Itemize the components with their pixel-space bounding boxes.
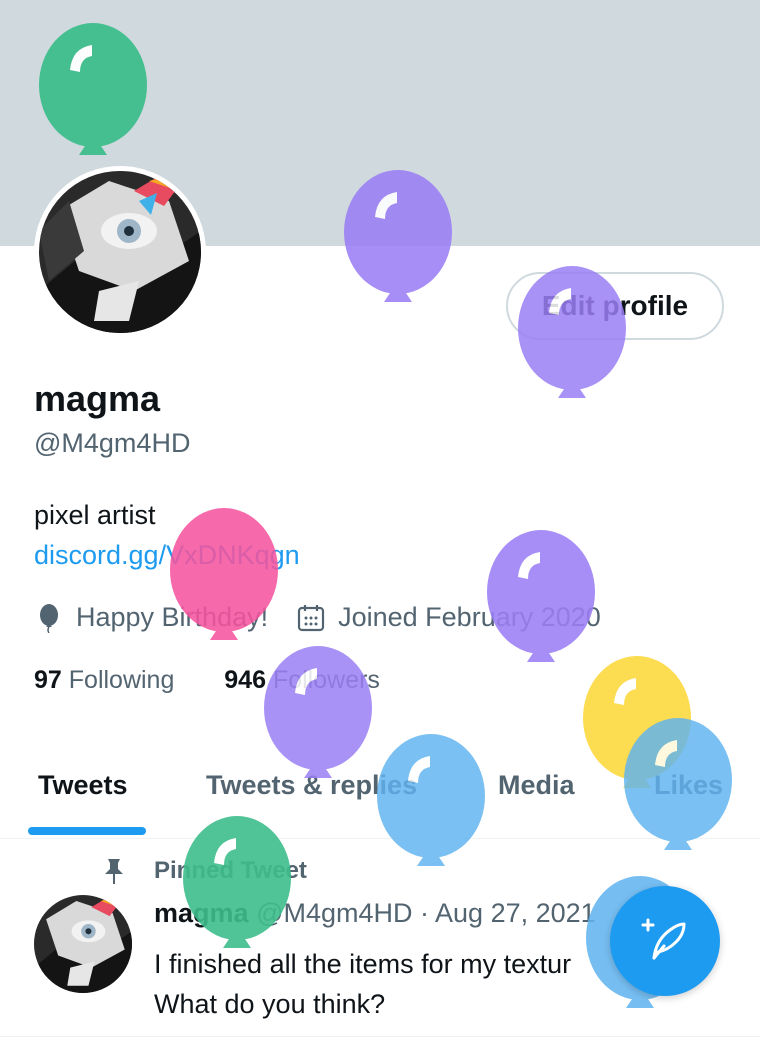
compose-tweet-button[interactable] bbox=[610, 886, 720, 996]
tweet-header: magma @M4gm4HD · Aug 27, 2021 bbox=[154, 898, 596, 929]
birthday-label: Happy Birthday! bbox=[76, 602, 269, 632]
pinned-text: Pinned Tweet bbox=[154, 857, 307, 884]
edit-profile-button[interactable]: Edit profile bbox=[506, 272, 724, 340]
calendar-icon bbox=[296, 603, 326, 633]
profile-link[interactable]: discord.gg/VxDNKqgn bbox=[34, 540, 300, 571]
tweet-separator: · bbox=[420, 898, 430, 928]
compose-tweet-icon bbox=[640, 914, 690, 969]
tweet-text-line: What do you think? bbox=[154, 989, 386, 1019]
profile-name: magma bbox=[34, 378, 161, 419]
avatar-image bbox=[39, 171, 201, 333]
profile-tabs: Tweets Tweets & replies Media Likes bbox=[0, 748, 760, 839]
profile-bio: pixel artist bbox=[34, 500, 156, 530]
tweet-date[interactable]: Aug 27, 2021 bbox=[435, 898, 596, 928]
following-stat[interactable]: 97 Following bbox=[34, 666, 174, 694]
tweet-text-line: I finished all the items for my textur bbox=[154, 949, 572, 979]
tab-tweets-and-replies[interactable]: Tweets & replies bbox=[206, 770, 417, 801]
profile-meta: Happy Birthday! Joined February 2020 bbox=[34, 602, 601, 633]
follow-stats: 97 Following 946 Followers bbox=[34, 666, 380, 695]
pinned-tweet-label: Pinned Tweet bbox=[100, 857, 307, 885]
tweet-author-name[interactable]: magma bbox=[154, 898, 249, 928]
joined-label: Joined February 2020 bbox=[338, 602, 601, 632]
followers-stat[interactable]: 946 Followers bbox=[224, 666, 380, 694]
tweet-text: I finished all the items for my textur W… bbox=[154, 944, 634, 1024]
balloon-icon bbox=[487, 530, 595, 662]
profile-avatar[interactable] bbox=[34, 166, 206, 338]
tab-media[interactable]: Media bbox=[498, 770, 575, 801]
tweet-author-avatar[interactable] bbox=[34, 895, 132, 993]
tweet-author-handle[interactable]: @M4gm4HD bbox=[256, 898, 412, 928]
tab-tweets[interactable]: Tweets bbox=[38, 770, 128, 801]
following-label: Following bbox=[68, 666, 175, 694]
followers-label: Followers bbox=[272, 666, 380, 694]
pin-icon bbox=[100, 857, 128, 885]
balloon-icon bbox=[34, 603, 64, 633]
active-tab-indicator bbox=[28, 827, 146, 835]
divider bbox=[0, 1036, 760, 1037]
tab-likes[interactable]: Likes bbox=[654, 770, 723, 801]
followers-count: 946 bbox=[224, 666, 266, 694]
following-count: 97 bbox=[34, 666, 62, 694]
profile-handle: @M4gm4HD bbox=[34, 428, 191, 458]
